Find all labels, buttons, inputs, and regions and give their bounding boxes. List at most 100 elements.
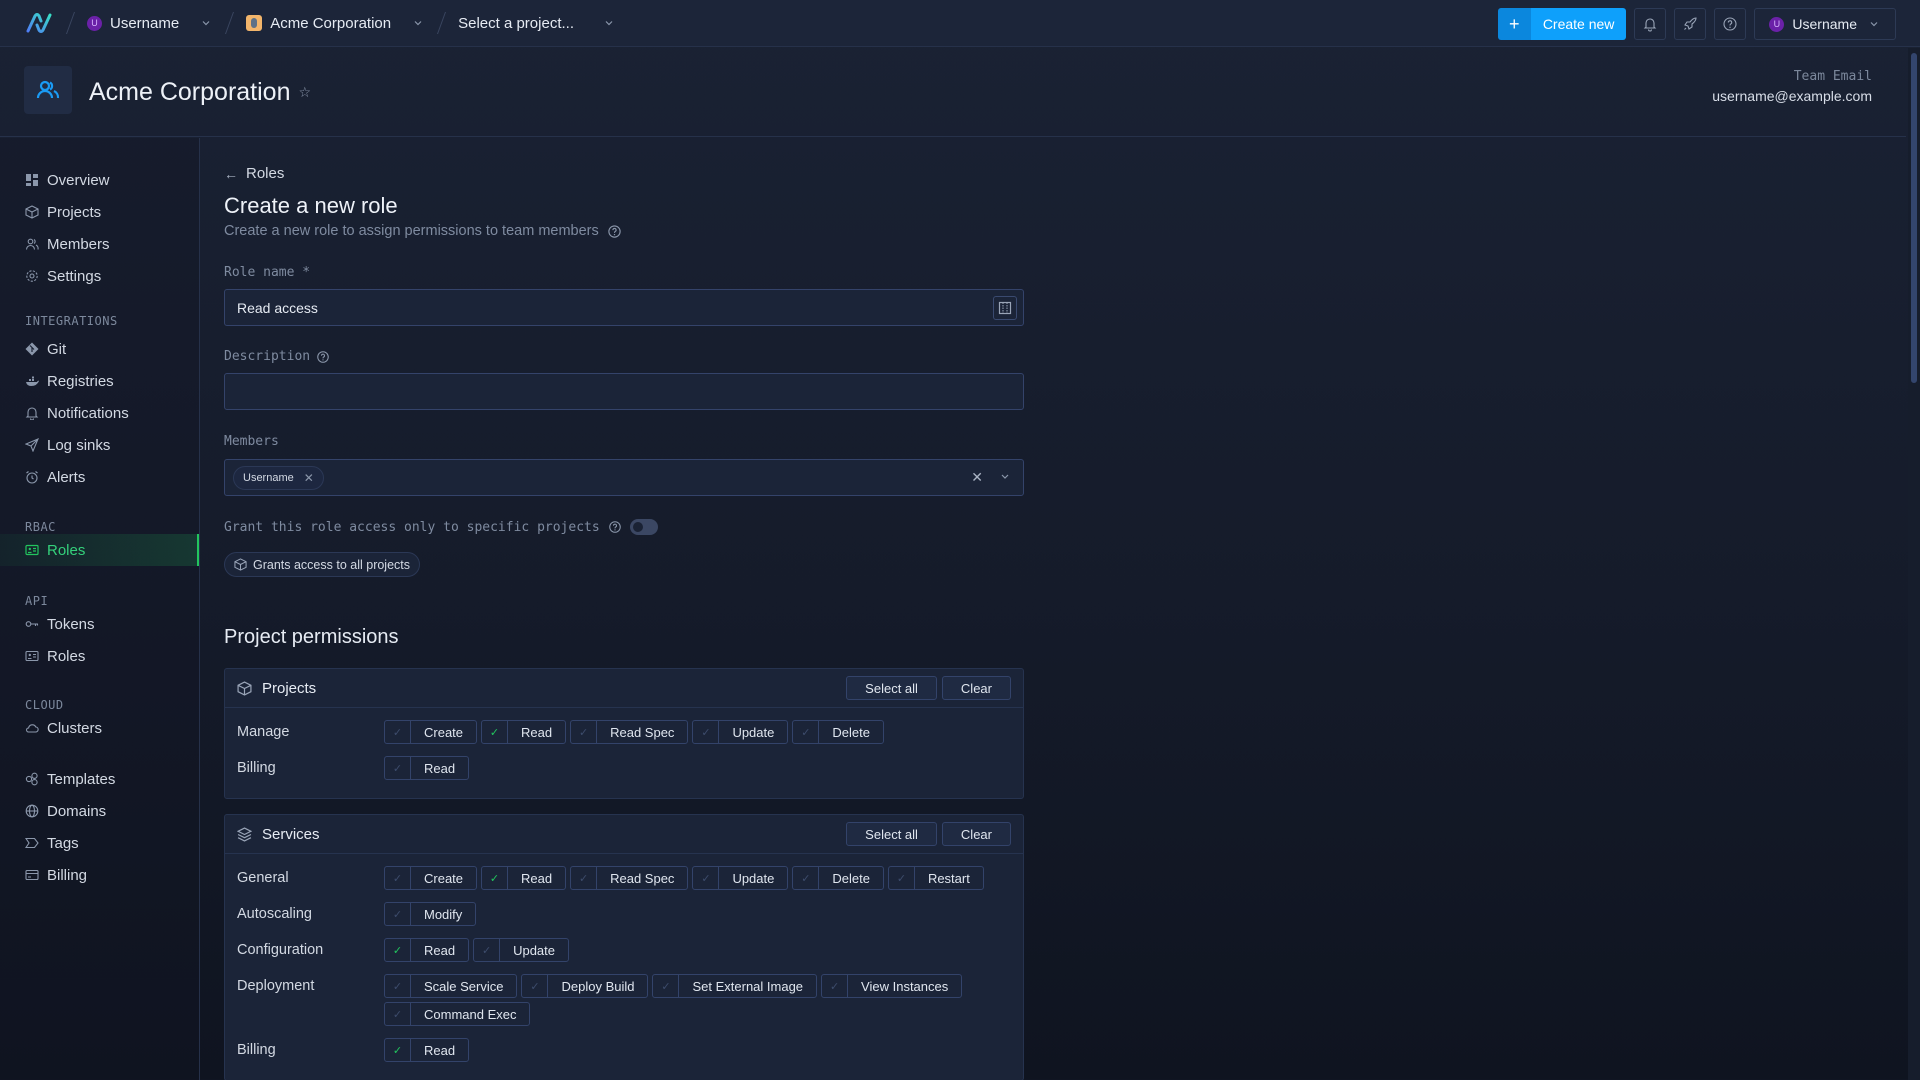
permission-checkbox[interactable]: ✓ Update [473, 938, 569, 962]
create-new-label: Create new [1530, 8, 1627, 40]
sidebar-item-api-roles[interactable]: Roles [0, 640, 199, 672]
specific-projects-toggle[interactable] [629, 519, 658, 535]
sidebar-item-rbac-roles[interactable]: Roles [0, 534, 199, 566]
check-icon: ✓ [889, 867, 915, 889]
sidebar-item-log-sinks[interactable]: Log sinks [0, 429, 199, 461]
description-input[interactable] [224, 373, 1024, 410]
sidebar-item-git[interactable]: Git [0, 333, 199, 365]
sidebar-item-members[interactable]: Members [0, 228, 199, 260]
alarm-icon [26, 471, 38, 484]
remove-member-icon[interactable]: ✕ [304, 471, 314, 485]
rocket-icon [1684, 17, 1697, 30]
sidebar-item-clusters[interactable]: Clusters [0, 712, 199, 744]
clear-selection-icon[interactable]: ✕ [971, 469, 983, 486]
back-to-roles-link[interactable]: ← Roles [224, 165, 284, 182]
permission-checkbox[interactable]: ✓ Delete [792, 720, 884, 744]
role-name-input[interactable]: Read access [224, 289, 1024, 326]
credit-card-icon [25, 869, 39, 881]
sidebar-item-billing[interactable]: Billing [0, 859, 199, 891]
logo-icon[interactable] [24, 11, 54, 35]
page-scrollbar[interactable] [1908, 48, 1920, 1080]
permission-label: Restart [927, 870, 970, 886]
permission-checkbox[interactable]: ✓ Read [384, 938, 470, 962]
check-icon: ✓ [482, 867, 509, 889]
permission-checkbox[interactable]: ✓ Set External Image [652, 974, 818, 998]
user-menu-button[interactable]: U Username [1754, 8, 1896, 40]
sidebar-item-overview[interactable]: Overview [0, 164, 199, 196]
permission-checkbox[interactable]: ✓ Delete [792, 866, 884, 890]
sidebar-section-rbac: RBAC [25, 520, 56, 534]
team-title: Acme Corporation ☆ [89, 78, 311, 107]
select-all-button[interactable]: Select all [846, 676, 937, 700]
permission-label: Delete [832, 724, 870, 740]
chevron-down-icon[interactable] [999, 469, 1011, 483]
sidebar-item-notifications[interactable]: Notifications [0, 397, 199, 429]
check-icon: ✓ [385, 903, 411, 925]
permission-label: Read [521, 724, 553, 740]
sidebar-item-label: Tags [47, 834, 79, 852]
permission-checkbox[interactable]: ✓ Read [481, 720, 567, 744]
permission-checkbox[interactable]: ✓ Read Spec [570, 866, 689, 890]
permission-group-name: Projects [262, 679, 317, 697]
project-select[interactable]: Select a project... [458, 15, 616, 32]
chevron-down-icon [1870, 22, 1878, 27]
clear-button[interactable]: Clear [941, 676, 1011, 700]
sidebar-item-label: Log sinks [47, 436, 111, 454]
permission-checkbox[interactable]: ✓ Modify [384, 902, 477, 926]
permission-checkbox[interactable]: ✓ Read Spec [570, 720, 689, 744]
sidebar-item-settings[interactable]: Settings [0, 260, 199, 292]
scrollbar-thumb[interactable] [1911, 53, 1917, 383]
organization-icon [246, 15, 263, 31]
sidebar-item-tokens[interactable]: Tokens [0, 608, 199, 640]
sidebar-item-projects[interactable]: Projects [0, 196, 199, 228]
check-icon: ✓ [482, 721, 509, 743]
team-email-block: Team Email username@example.com [1712, 69, 1872, 104]
permission-checkbox[interactable]: ✓ Read [481, 866, 567, 890]
sidebar-item-label: Templates [47, 770, 116, 788]
back-label: Roles [246, 165, 285, 182]
docker-icon [26, 376, 39, 386]
select-all-button[interactable]: Select all [846, 822, 937, 846]
deploy-button[interactable] [1674, 8, 1707, 40]
breadcrumb-user[interactable]: U Username [87, 15, 213, 32]
permission-checkbox[interactable]: ✓ Command Exec [384, 1002, 531, 1026]
sidebar-item-templates[interactable]: Templates [0, 763, 199, 795]
permission-row: Billing ✓ Read [237, 1038, 1011, 1062]
sidebar-item-label: Tokens [47, 615, 95, 633]
members-label: Members [224, 434, 279, 449]
help-button[interactable] [1714, 8, 1747, 40]
help-icon[interactable] [316, 350, 330, 364]
help-icon[interactable] [608, 520, 622, 534]
permission-row-label: Billing [237, 760, 276, 776]
notifications-button[interactable] [1634, 8, 1667, 40]
star-icon[interactable]: ☆ [298, 84, 311, 101]
permission-checkbox[interactable]: ✓ Update [692, 720, 789, 744]
breadcrumb-organization[interactable]: Acme Corporation [246, 15, 425, 32]
sidebar-item-alerts[interactable]: Alerts [0, 461, 199, 493]
permission-checkbox[interactable]: ✓ Create [384, 720, 478, 744]
sidebar-item-domains[interactable]: Domains [0, 795, 199, 827]
permission-checkbox[interactable]: ✓ View Instances [821, 974, 963, 998]
permission-checkbox[interactable]: ✓ Deploy Build [521, 974, 649, 998]
sidebar-item-label: Members [47, 235, 110, 253]
sidebar-item-registries[interactable]: Registries [0, 365, 199, 397]
permission-checkbox[interactable]: ✓ Scale Service [384, 974, 518, 998]
permission-label: Update [732, 724, 775, 740]
create-new-button[interactable]: + Create new [1497, 8, 1627, 40]
permission-checkbox[interactable]: ✓ Update [692, 866, 789, 890]
permission-checkbox[interactable]: ✓ Create [384, 866, 478, 890]
check-icon: ✓ [385, 939, 411, 961]
field-addon-button[interactable] [993, 296, 1017, 320]
members-select[interactable]: Username ✕ ✕ [224, 459, 1024, 496]
permission-group-header: Projects Select all Clear [225, 669, 1023, 708]
check-icon: ✓ [571, 721, 598, 743]
permission-row: General ✓ Create ✓ Read ✓ Read Spec ✓ Update ✓ Del… [237, 866, 1011, 890]
clear-button[interactable]: Clear [941, 822, 1011, 846]
check-icon: ✓ [522, 975, 549, 997]
permission-checkbox[interactable]: ✓ Read [384, 756, 470, 780]
check-icon: ✓ [385, 757, 411, 779]
permission-checkbox[interactable]: ✓ Read [384, 1038, 470, 1062]
sidebar-item-tags[interactable]: Tags [0, 827, 199, 859]
permission-checkbox[interactable]: ✓ Restart [887, 866, 984, 890]
help-icon[interactable] [607, 224, 622, 239]
